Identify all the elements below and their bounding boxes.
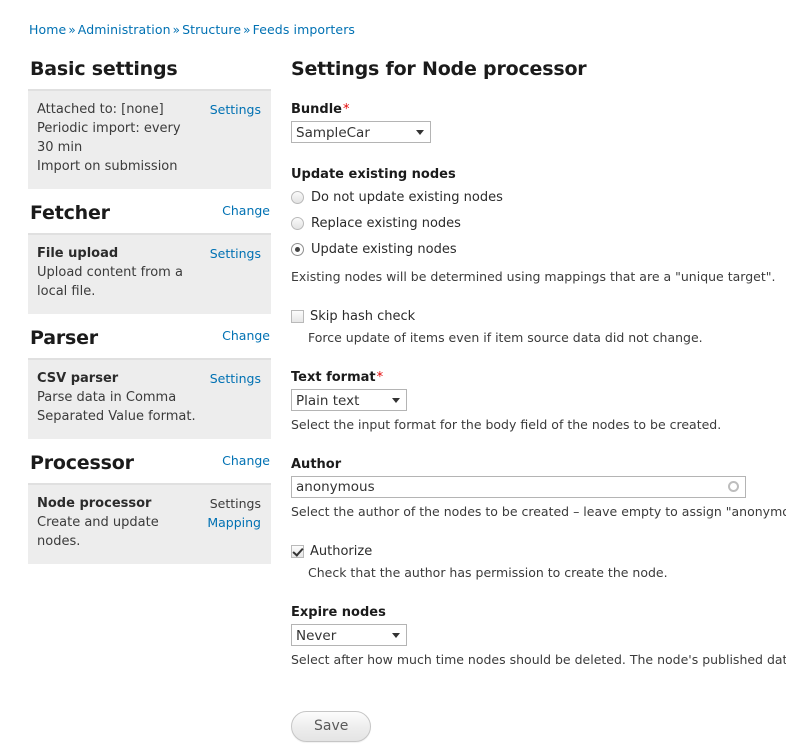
sidebar-box-fetcher: File upload Upload content from a local … xyxy=(28,233,271,314)
checkbox-skip-hash-check[interactable]: Skip hash check xyxy=(291,309,786,324)
breadcrumb-separator: » xyxy=(68,23,76,37)
sidebar-box-basic-settings: Attached to: [none] Periodic import: eve… xyxy=(28,89,271,189)
processor-settings-current: Settings xyxy=(209,496,261,511)
bundle-select-wrap: SampleCar xyxy=(291,121,431,143)
breadcrumb-item-structure[interactable]: Structure xyxy=(182,22,241,37)
page-title: Settings for Node processor xyxy=(291,58,587,80)
sidebar-heading-processor: Processor Change xyxy=(28,452,271,483)
text-format-label: Text format* xyxy=(291,370,786,385)
field-bundle: Bundle* SampleCar xyxy=(291,102,786,143)
sidebar-box-processor: Node processor Create and update nodes. … xyxy=(28,483,271,564)
fetcher-change-link[interactable]: Change xyxy=(222,200,270,222)
breadcrumb-separator: » xyxy=(243,23,251,37)
field-author: Author Select the author of the nodes to… xyxy=(291,457,786,520)
sidebar-heading-label: Processor xyxy=(30,452,134,474)
sidebar-box-links: Settings Mapping xyxy=(207,494,261,532)
sidebar-heading-basic-settings: Basic settings xyxy=(28,58,271,89)
author-input-wrap xyxy=(291,476,746,498)
parser-change-link[interactable]: Change xyxy=(222,325,270,347)
text-format-description: Select the input format for the body fie… xyxy=(291,417,722,432)
radio-label: Update existing nodes xyxy=(311,242,457,257)
fetcher-settings-link[interactable]: Settings xyxy=(210,244,261,263)
page-root: Home» Administration» Structure» Feeds impo… xyxy=(0,0,786,756)
processor-change-link[interactable]: Change xyxy=(222,450,270,472)
author-description: Select the author of the nodes to be cre… xyxy=(291,504,786,519)
sidebar: Basic settings Attached to: [none] Perio… xyxy=(28,58,271,564)
basic-settings-settings-link[interactable]: Settings xyxy=(210,100,261,119)
update-existing-nodes-label: Update existing nodes xyxy=(291,167,456,182)
sidebar-box-links: Settings xyxy=(210,100,261,119)
field-expire-nodes: Expire nodes Never Select after how much… xyxy=(291,605,786,668)
sidebar-heading-label: Fetcher xyxy=(30,202,110,224)
sidebar-heading-label: Parser xyxy=(30,327,98,349)
radio-label: Replace existing nodes xyxy=(311,216,461,231)
bundle-label: Bundle* xyxy=(291,102,786,117)
radio-replace-existing-nodes[interactable]: Replace existing nodes xyxy=(291,216,786,231)
breadcrumb-item-administration[interactable]: Administration xyxy=(78,22,171,37)
radio-update-existing-nodes[interactable]: Update existing nodes xyxy=(291,242,786,257)
parser-settings-link[interactable]: Settings xyxy=(210,369,261,388)
basic-settings-import-on-submission: Import on submission xyxy=(37,159,178,174)
expire-nodes-label: Expire nodes xyxy=(291,605,386,620)
bundle-label-text: Bundle xyxy=(291,102,342,117)
checkbox-label: Authorize xyxy=(310,544,373,559)
expire-nodes-select[interactable]: Never xyxy=(291,624,407,646)
processor-mapping-link[interactable]: Mapping xyxy=(207,513,261,532)
breadcrumb-item-feeds-importers[interactable]: Feeds importers xyxy=(253,22,355,37)
checkbox-icon-checked[interactable] xyxy=(291,545,304,558)
save-button[interactable]: Save xyxy=(291,711,372,742)
sidebar-box-links: Settings xyxy=(210,244,261,263)
author-input[interactable] xyxy=(291,476,746,498)
field-text-format: Text format* Plain text Select the input… xyxy=(291,370,786,433)
parser-plugin-description: Parse data in Comma Separated Value form… xyxy=(37,390,196,424)
field-update-existing-nodes: Update existing nodes Do not update exis… xyxy=(291,167,786,285)
required-marker: * xyxy=(343,102,350,117)
radio-label: Do not update existing nodes xyxy=(311,190,503,205)
basic-settings-periodic-import: Periodic import: every 30 min xyxy=(37,121,181,155)
expire-nodes-select-wrap: Never xyxy=(291,624,407,646)
sidebar-box-links: Settings xyxy=(210,369,261,388)
radio-do-not-update-existing-nodes[interactable]: Do not update existing nodes xyxy=(291,190,786,205)
breadcrumb-separator: » xyxy=(172,23,181,37)
checkbox-label: Skip hash check xyxy=(310,309,416,324)
radio-icon[interactable] xyxy=(291,217,304,230)
field-skip-hash-check: Skip hash check Force update of items ev… xyxy=(291,309,786,346)
fetcher-plugin-description: Upload content from a local file. xyxy=(37,265,183,299)
main-content: Settings for Node processor Bundle* Samp… xyxy=(291,58,786,742)
expire-nodes-description: Select after how much time nodes should … xyxy=(291,652,786,667)
field-authorize: Authorize Check that the author has perm… xyxy=(291,544,786,581)
radio-icon-selected[interactable] xyxy=(291,243,304,256)
basic-settings-attached-to: Attached to: [none] xyxy=(37,102,164,117)
required-marker: * xyxy=(376,370,384,385)
author-label: Author xyxy=(291,457,342,472)
sidebar-heading-label: Basic settings xyxy=(30,58,178,80)
checkbox-authorize[interactable]: Authorize xyxy=(291,544,786,559)
sidebar-heading-fetcher: Fetcher Change xyxy=(28,202,271,233)
text-format-select-wrap: Plain text xyxy=(291,389,407,411)
text-format-select[interactable]: Plain text xyxy=(291,389,407,411)
authorize-description: Check that the author has permission to … xyxy=(308,565,668,580)
processor-plugin-description: Create and update nodes. xyxy=(37,515,159,549)
sidebar-heading-parser: Parser Change xyxy=(28,327,271,358)
checkbox-icon[interactable] xyxy=(291,310,304,323)
bundle-select[interactable]: SampleCar xyxy=(291,121,431,143)
sidebar-box-parser: CSV parser Parse data in Comma Separated… xyxy=(28,358,271,439)
text-format-label-text: Text format xyxy=(291,370,376,385)
skip-hash-check-description: Force update of items even if item sourc… xyxy=(308,330,703,345)
breadcrumb: Home» Administration» Structure» Feeds impo… xyxy=(29,22,355,37)
radio-icon[interactable] xyxy=(291,191,304,204)
update-existing-nodes-description: Existing nodes will be determined using … xyxy=(291,269,776,284)
breadcrumb-item-home[interactable]: Home xyxy=(29,22,66,37)
